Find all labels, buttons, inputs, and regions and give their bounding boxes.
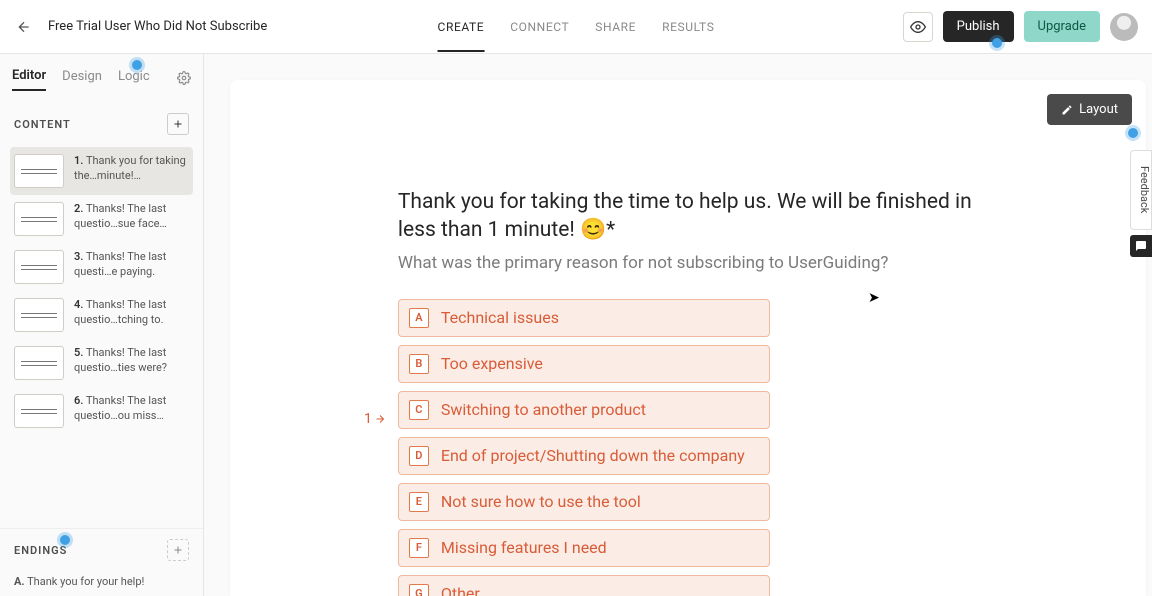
- main-nav: CREATE CONNECT SHARE RESULTS: [438, 2, 715, 52]
- choice-option[interactable]: C Switching to another product: [398, 391, 770, 429]
- preview-button[interactable]: [903, 12, 933, 42]
- choice-key: E: [409, 492, 429, 512]
- add-question-button[interactable]: [167, 113, 189, 135]
- choice-key: A: [409, 308, 429, 328]
- avatar[interactable]: [1110, 13, 1138, 41]
- settings-button[interactable]: [177, 70, 191, 89]
- question-editor: 1 Thank you for taking the time to help …: [230, 80, 990, 596]
- choice-key: F: [409, 538, 429, 558]
- question-label: 1. Thank you for taking the…minute!…: [74, 154, 189, 184]
- feedback-icon-button[interactable]: [1130, 235, 1152, 257]
- choice-text[interactable]: Technical issues: [441, 308, 559, 327]
- endings-header: ENDINGS: [0, 528, 203, 567]
- canvas-wrapper: Layout 1 Thank you for taking the time t…: [204, 54, 1152, 596]
- question-thumb: [14, 202, 64, 236]
- choice-key: B: [409, 354, 429, 374]
- question-label: 5. Thanks! The last questio…ties were?: [74, 346, 189, 376]
- plus-icon: [172, 544, 184, 556]
- pulse-indicator: [60, 535, 70, 545]
- publish-button[interactable]: Publish: [943, 11, 1014, 42]
- choice-text[interactable]: Too expensive: [441, 354, 543, 373]
- pulse-indicator: [132, 60, 142, 70]
- question-label: 2. Thanks! The last questio…sue face…: [74, 202, 189, 232]
- tab-design[interactable]: Design: [62, 69, 102, 90]
- choice-option[interactable]: B Too expensive: [398, 345, 770, 383]
- choice-text[interactable]: End of project/Shutting down the company: [441, 446, 745, 465]
- pencil-icon: [1061, 104, 1073, 116]
- main-area: Editor Design Logic CONTENT 1. Thank you…: [0, 54, 1152, 596]
- question-item[interactable]: 6. Thanks! The last questio…ou miss…: [10, 387, 193, 435]
- question-item[interactable]: 5. Thanks! The last questio…ties were?: [10, 339, 193, 387]
- arrow-left-icon: [16, 19, 32, 35]
- tab-logic[interactable]: Logic: [118, 69, 150, 90]
- choice-option[interactable]: E Not sure how to use the tool: [398, 483, 770, 521]
- sidebar: Editor Design Logic CONTENT 1. Thank you…: [0, 54, 204, 596]
- choice-text[interactable]: Other: [441, 584, 480, 596]
- pulse-indicator: [992, 38, 1002, 48]
- question-thumb: [14, 298, 64, 332]
- question-item[interactable]: 1. Thank you for taking the…minute!…: [10, 147, 193, 195]
- sidebar-tabs: Editor Design Logic: [0, 54, 203, 101]
- tab-editor[interactable]: Editor: [12, 68, 46, 91]
- cursor-icon: ➤: [868, 290, 880, 306]
- nav-create[interactable]: CREATE: [438, 2, 485, 52]
- choice-option[interactable]: F Missing features I need: [398, 529, 770, 567]
- canvas: Layout 1 Thank you for taking the time t…: [230, 80, 1146, 596]
- layout-button[interactable]: Layout: [1047, 94, 1132, 125]
- question-description[interactable]: What was the primary reason for not subs…: [398, 253, 990, 273]
- nav-connect[interactable]: CONNECT: [510, 2, 569, 52]
- question-label: 6. Thanks! The last questio…ou miss…: [74, 394, 189, 424]
- question-title[interactable]: Thank you for taking the time to help us…: [398, 188, 990, 245]
- choice-text[interactable]: Missing features I need: [441, 538, 607, 557]
- choice-text[interactable]: Not sure how to use the tool: [441, 492, 641, 511]
- question-thumb: [14, 250, 64, 284]
- endings-label: ENDINGS: [14, 544, 67, 557]
- add-ending-button[interactable]: [167, 539, 189, 561]
- pulse-indicator: [1128, 128, 1138, 138]
- eye-icon: [910, 19, 926, 35]
- ending-item[interactable]: A. Thank you for your help!: [0, 567, 203, 596]
- gear-icon: [177, 71, 191, 85]
- form-title: Free Trial User Who Did Not Subscribe: [48, 19, 267, 34]
- choice-option[interactable]: G Other: [398, 575, 770, 596]
- question-item[interactable]: 3. Thanks! The last questi…e paying.: [10, 243, 193, 291]
- back-button[interactable]: [14, 17, 34, 37]
- question-thumb: [14, 346, 64, 380]
- choice-option[interactable]: D End of project/Shutting down the compan…: [398, 437, 770, 475]
- choices-list: A Technical issues B Too expensive C Switch…: [398, 299, 990, 596]
- question-thumb: [14, 394, 64, 428]
- upgrade-button[interactable]: Upgrade: [1024, 11, 1100, 42]
- chat-icon: [1135, 240, 1147, 252]
- choice-key: G: [409, 584, 429, 596]
- question-item[interactable]: 4. Thanks! The last questio…tching to.: [10, 291, 193, 339]
- question-thumb: [14, 154, 64, 188]
- layout-button-label: Layout: [1079, 102, 1118, 117]
- choice-key: C: [409, 400, 429, 420]
- question-list: 1. Thank you for taking the…minute!… 2. …: [0, 141, 203, 528]
- plus-icon: [172, 118, 184, 130]
- choice-option[interactable]: A Technical issues: [398, 299, 770, 337]
- nav-results[interactable]: RESULTS: [662, 2, 714, 52]
- question-label: 4. Thanks! The last questio…tching to.: [74, 298, 189, 328]
- question-number: 1: [364, 193, 386, 596]
- choice-key: D: [409, 446, 429, 466]
- content-header: CONTENT: [0, 101, 203, 141]
- question-label: 3. Thanks! The last questi…e paying.: [74, 250, 189, 280]
- nav-share[interactable]: SHARE: [595, 2, 636, 52]
- question-item[interactable]: 2. Thanks! The last questio…sue face…: [10, 195, 193, 243]
- top-bar: Free Trial User Who Did Not Subscribe CR…: [0, 0, 1152, 54]
- feedback-tab[interactable]: Feedback: [1130, 150, 1152, 230]
- arrow-right-icon: [374, 413, 386, 425]
- content-label: CONTENT: [14, 118, 71, 131]
- choice-text[interactable]: Switching to another product: [441, 400, 646, 419]
- top-actions: Publish Upgrade: [903, 11, 1138, 42]
